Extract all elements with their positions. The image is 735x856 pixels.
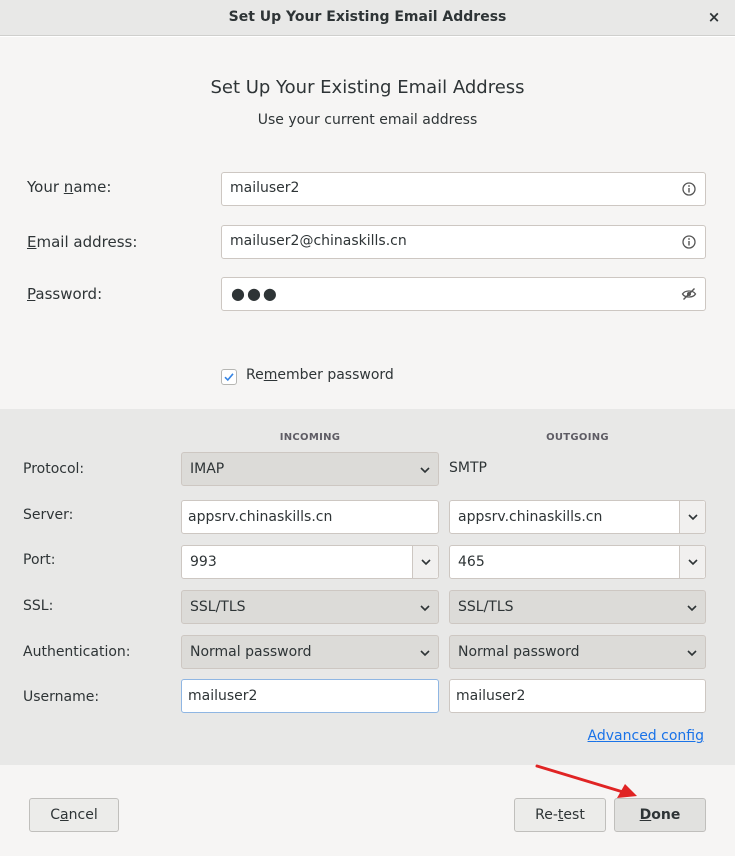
done-button[interactable]: Done	[614, 798, 706, 832]
your-name-field[interactable]: mailuser2	[221, 172, 706, 206]
cancel-button[interactable]: Cancel	[29, 798, 119, 832]
your-name-label: Your name:	[27, 178, 112, 196]
your-name-value: mailuser2	[230, 180, 300, 196]
incoming-username-value: mailuser2	[188, 688, 258, 704]
chevron-down-icon	[420, 605, 430, 612]
server-label: Server:	[23, 507, 74, 523]
page-subtitle: Use your current email address	[257, 112, 478, 128]
server-settings-panel: INCOMING OUTGOING Protocol: IMAP SMTP Se…	[0, 409, 735, 765]
incoming-protocol-value: IMAP	[190, 461, 225, 477]
page-title: Set Up Your Existing Email Address	[210, 77, 525, 98]
outgoing-server-dropdown-button[interactable]	[679, 501, 705, 533]
chevron-down-icon	[688, 514, 698, 521]
ssl-label: SSL:	[23, 598, 54, 614]
incoming-header: INCOMING	[279, 432, 341, 443]
outgoing-server-value: appsrv.chinaskills.cn	[458, 509, 603, 525]
authentication-label: Authentication:	[23, 644, 131, 660]
info-icon[interactable]	[681, 181, 697, 197]
account-panel: Set Up Your Existing Email Address Use y…	[0, 37, 735, 409]
email-address-label: Email address:	[27, 233, 138, 251]
password-label: Password:	[27, 285, 103, 303]
incoming-protocol-select[interactable]: IMAP	[181, 452, 439, 486]
incoming-port-dropdown-button[interactable]	[412, 546, 438, 578]
username-label: Username:	[23, 689, 100, 705]
password-field[interactable]: ●●●	[221, 277, 706, 311]
outgoing-username-input[interactable]: mailuser2	[449, 679, 706, 713]
chevron-down-icon	[420, 467, 430, 474]
incoming-port-value: 993	[190, 554, 217, 570]
outgoing-protocol-value: SMTP	[449, 460, 487, 476]
outgoing-auth-value: Normal password	[458, 644, 580, 660]
eye-slash-icon[interactable]	[681, 286, 697, 302]
remember-password-checkbox[interactable]	[221, 369, 237, 385]
email-address-field[interactable]: mailuser2@chinaskills.cn	[221, 225, 706, 259]
password-masked-value: ●●●	[231, 284, 279, 303]
incoming-username-input[interactable]: mailuser2	[181, 679, 439, 713]
outgoing-username-value: mailuser2	[456, 688, 526, 704]
outgoing-auth-select[interactable]: Normal password	[449, 635, 706, 669]
chevron-down-icon	[420, 650, 430, 657]
advanced-config-link[interactable]: Advanced config	[588, 728, 704, 744]
close-button[interactable]: ×	[705, 8, 723, 26]
outgoing-server-combo[interactable]: appsrv.chinaskills.cn	[449, 500, 706, 534]
protocol-label: Protocol:	[23, 461, 85, 477]
outgoing-port-dropdown-button[interactable]	[679, 546, 705, 578]
incoming-auth-value: Normal password	[190, 644, 312, 660]
port-label: Port:	[23, 552, 56, 568]
outgoing-ssl-select[interactable]: SSL/TLS	[449, 590, 706, 624]
window-title: Set Up Your Existing Email Address	[228, 9, 507, 25]
outgoing-ssl-value: SSL/TLS	[458, 599, 514, 615]
incoming-port-combo[interactable]: 993	[181, 545, 439, 579]
incoming-server-input[interactable]: appsrv.chinaskills.cn	[181, 500, 439, 534]
chevron-down-icon	[421, 559, 431, 566]
incoming-ssl-select[interactable]: SSL/TLS	[181, 590, 439, 624]
outgoing-port-value: 465	[458, 554, 485, 570]
chevron-down-icon	[688, 559, 698, 566]
chevron-down-icon	[687, 605, 697, 612]
outgoing-header: OUTGOING	[546, 432, 609, 443]
annotation-arrow-icon	[535, 764, 637, 798]
remember-password-label: Remember password	[246, 367, 394, 383]
incoming-auth-select[interactable]: Normal password	[181, 635, 439, 669]
info-icon[interactable]	[681, 234, 697, 250]
checkmark-icon	[224, 373, 234, 382]
email-address-value: mailuser2@chinaskills.cn	[230, 233, 407, 249]
title-bar: Set Up Your Existing Email Address ×	[0, 0, 735, 36]
retest-button[interactable]: Re-test	[514, 798, 606, 832]
incoming-ssl-value: SSL/TLS	[190, 599, 246, 615]
chevron-down-icon	[687, 650, 697, 657]
outgoing-port-combo[interactable]: 465	[449, 545, 706, 579]
incoming-server-value: appsrv.chinaskills.cn	[188, 509, 333, 525]
